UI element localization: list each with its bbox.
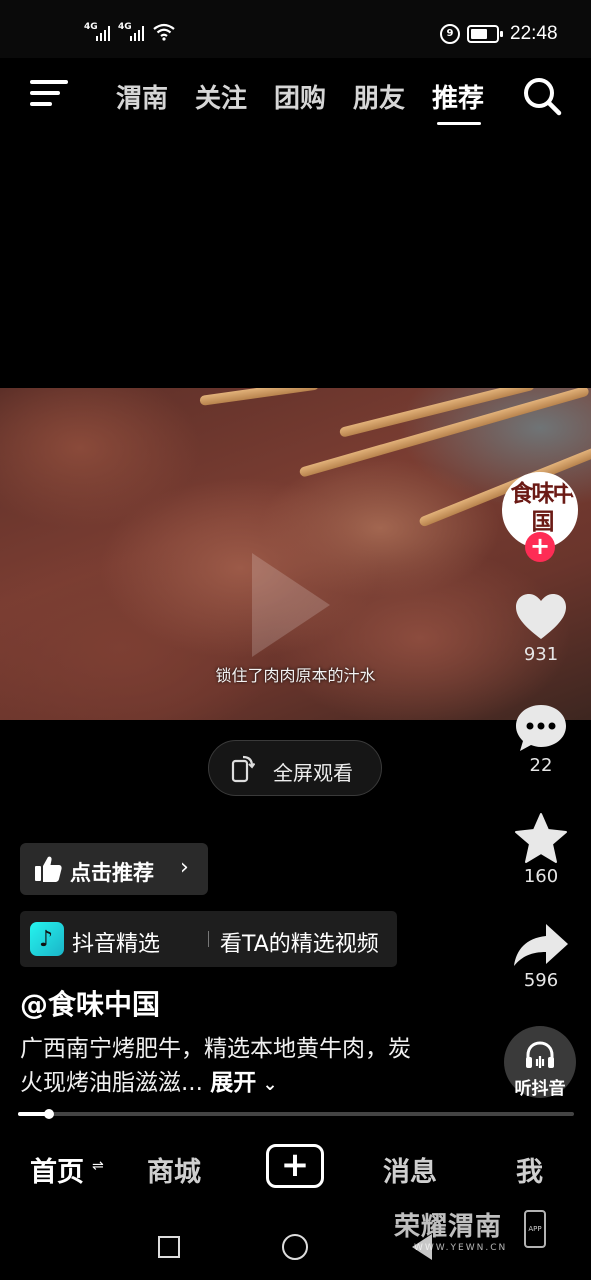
tab-group-buy[interactable]: 团购 bbox=[274, 78, 326, 115]
bottom-tab-bar: 首页 ⇌ 商城 + 消息 我 bbox=[0, 1128, 591, 1210]
author-name[interactable]: @食味中国 bbox=[20, 983, 160, 1023]
video-subtitle: 锁住了肉肉原本的汁水 bbox=[215, 666, 376, 685]
create-button[interactable]: + bbox=[266, 1144, 324, 1188]
listen-label: 听抖音 bbox=[514, 1079, 566, 1099]
fullscreen-label: 全屏观看 bbox=[273, 761, 353, 785]
battery-fill bbox=[471, 29, 487, 39]
douyin-selection-banner[interactable]: ♪ 抖音精选 看TA的精选视频 bbox=[20, 911, 397, 967]
comment-icon bbox=[516, 705, 566, 751]
tab-recommend[interactable]: 推荐 bbox=[432, 78, 484, 115]
tab-following[interactable]: 关注 bbox=[195, 78, 247, 115]
top-nav: 渭南 关注 团购 朋友 推荐 bbox=[0, 58, 591, 138]
recommend-button[interactable]: 点击推荐 › bbox=[20, 843, 208, 895]
comment-button[interactable]: 22 bbox=[501, 703, 581, 776]
clock: 22:48 bbox=[510, 23, 558, 44]
system-nav-bar: 荣耀渭南 WWW.YEWN.CN APP bbox=[0, 1210, 591, 1280]
chevron-down-icon: ⌄ bbox=[256, 1074, 278, 1095]
share-button[interactable]: 596 bbox=[501, 922, 581, 991]
chevron-right-icon: › bbox=[180, 855, 189, 880]
tab-me[interactable]: 我 bbox=[516, 1150, 543, 1189]
search-icon[interactable] bbox=[522, 76, 562, 116]
watermark: 荣耀渭南 WWW.YEWN.CN APP bbox=[394, 1206, 554, 1253]
alarm-icon: 9 bbox=[440, 24, 460, 44]
cell-signal-icon: 4G bbox=[118, 22, 148, 42]
like-button[interactable]: 931 bbox=[501, 592, 581, 665]
thumbs-up-icon bbox=[35, 856, 62, 882]
selection-subtitle: 看TA的精选视频 bbox=[220, 932, 379, 957]
video-player[interactable]: 锁住了肉肉原本的汁水 bbox=[0, 388, 591, 720]
tab-messages[interactable]: 消息 bbox=[383, 1150, 437, 1189]
divider bbox=[208, 931, 209, 947]
heart-icon bbox=[516, 594, 566, 639]
like-count: 931 bbox=[523, 644, 559, 665]
battery-icon bbox=[467, 25, 503, 43]
favorite-button[interactable]: 160 bbox=[501, 812, 581, 887]
tab-mall[interactable]: 商城 bbox=[147, 1150, 201, 1189]
tab-home[interactable]: 首页 bbox=[30, 1150, 84, 1189]
selection-title: 抖音精选 bbox=[72, 932, 161, 957]
fullscreen-button[interactable]: 全屏观看 bbox=[208, 740, 382, 796]
progress-handle[interactable] bbox=[43, 1109, 54, 1119]
follow-button[interactable]: + bbox=[525, 532, 555, 562]
app-phone-icon: APP bbox=[524, 1210, 546, 1248]
video-description: 广西南宁烤肥牛，精选本地黄牛肉，炭火现烤油脂滋滋... 展开 ⌄ bbox=[20, 1032, 420, 1102]
expand-button[interactable]: 展开 ⌄ bbox=[210, 1070, 277, 1096]
active-tab-indicator bbox=[437, 122, 481, 125]
headphones-icon bbox=[526, 1041, 554, 1068]
douyin-logo-icon: ♪ bbox=[30, 922, 64, 956]
avatar-logo-text: 食味中国 bbox=[510, 480, 576, 535]
home-icon[interactable] bbox=[282, 1234, 308, 1260]
comment-count: 22 bbox=[529, 755, 553, 776]
tab-friends[interactable]: 朋友 bbox=[353, 78, 405, 115]
recommend-label: 点击推荐 bbox=[70, 861, 154, 885]
refresh-icon[interactable]: ⇌ bbox=[92, 1158, 104, 1174]
wifi-icon bbox=[153, 23, 175, 41]
play-icon[interactable] bbox=[252, 553, 330, 657]
star-icon bbox=[515, 813, 567, 863]
share-arrow-icon bbox=[514, 924, 568, 966]
share-count: 596 bbox=[523, 970, 559, 991]
recent-apps-icon[interactable] bbox=[158, 1236, 180, 1258]
cell-signal-icon: 4G bbox=[84, 22, 114, 42]
rotate-screen-icon bbox=[231, 755, 255, 783]
plus-icon: + bbox=[280, 1145, 310, 1185]
listen-douyin-button[interactable]: 听抖音 bbox=[504, 1026, 576, 1099]
tab-local[interactable]: 渭南 bbox=[116, 78, 168, 115]
menu-icon[interactable] bbox=[30, 78, 68, 108]
status-bar: 4G 4G 9 22:48 bbox=[0, 0, 591, 58]
video-progress-bar[interactable] bbox=[18, 1109, 574, 1119]
favorite-count: 160 bbox=[523, 866, 559, 887]
